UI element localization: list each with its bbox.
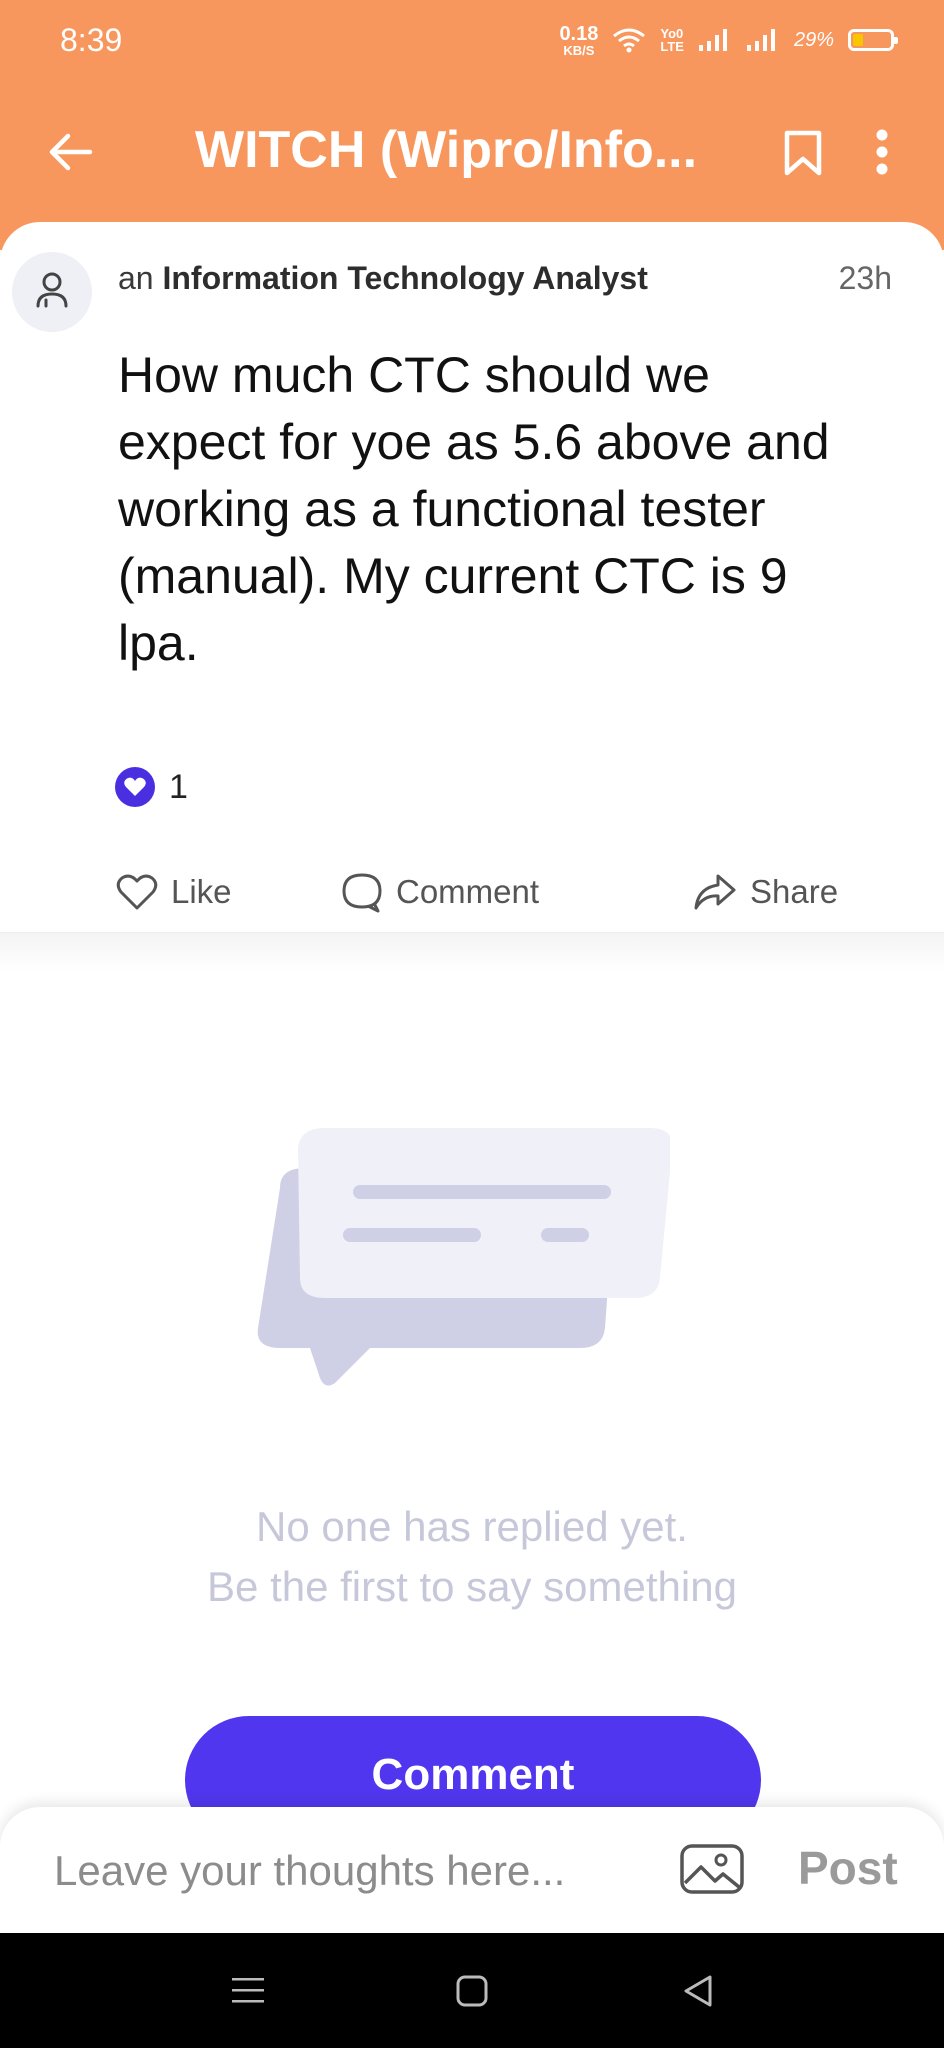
post-timestamp: 23h	[838, 260, 892, 296]
home-square-icon	[456, 1975, 488, 2007]
system-back-button[interactable]	[668, 1961, 728, 2021]
battery-icon	[848, 29, 898, 51]
share-arrow-icon	[694, 874, 736, 910]
like-button[interactable]: Like	[115, 862, 232, 922]
network-speed-value: 0.18	[559, 22, 599, 45]
volte-bottom: LTE	[660, 39, 684, 54]
network-speed-unit: KB/S	[563, 42, 595, 58]
wifi-icon	[613, 28, 646, 53]
avatar[interactable]	[12, 252, 92, 332]
bookmark-button[interactable]	[776, 125, 830, 181]
arrow-left-icon	[49, 133, 93, 171]
empty-state-message: No one has replied yet. Be the first to …	[0, 1497, 944, 1617]
volte-indicator: Yo0 LTE	[660, 27, 684, 53]
signal-icon-sim2	[746, 29, 775, 51]
share-label: Share	[750, 873, 839, 910]
heart-outline-icon	[116, 874, 158, 910]
recent-apps-button[interactable]	[218, 1961, 278, 2021]
more-options-button[interactable]	[862, 122, 902, 182]
attach-image-button[interactable]	[678, 1839, 746, 1899]
status-time: 8:39	[60, 22, 123, 58]
section-divider	[0, 932, 944, 972]
comment-bubble-icon	[342, 873, 382, 913]
author-prefix: an	[118, 260, 154, 296]
heart-reaction-badge	[115, 767, 155, 807]
share-button[interactable]: Share	[692, 862, 838, 922]
author-role: Information Technology Analyst	[162, 260, 648, 296]
reaction-summary[interactable]: 1	[115, 767, 188, 807]
empty-state-line2: Be the first to say something	[207, 1563, 737, 1610]
user-icon	[36, 272, 68, 308]
post-question: How much CTC should we expect for yoe as…	[118, 347, 830, 671]
post-card: an Information Technology Analyst 23h Ho…	[0, 222, 944, 942]
comment-composer: Post	[0, 1807, 944, 1933]
network-speed: 0.18 KB/S	[559, 24, 598, 57]
status-indicators: 0.18 KB/S Yo0 LTE 29%	[559, 18, 898, 62]
status-bar: 8:39 0.18 KB/S Yo0 LTE 29%	[0, 0, 944, 80]
more-vertical-icon	[876, 129, 888, 175]
bookmark-icon	[784, 130, 822, 176]
signal-icon-sim1	[698, 29, 727, 51]
comment-label: Comment	[396, 873, 540, 910]
app-bar: WITCH (Wipro/Info...	[0, 100, 944, 200]
post-button[interactable]: Post	[798, 1841, 898, 1895]
heart-icon	[124, 777, 146, 796]
post-actions: Like Comment Share	[0, 862, 944, 922]
menu-lines-icon	[232, 1978, 264, 2003]
page-title: WITCH (Wipro/Info...	[195, 121, 698, 179]
reaction-count: 1	[169, 767, 188, 806]
triangle-back-icon	[684, 1975, 712, 2007]
comment-action-button[interactable]: Comment	[340, 862, 539, 922]
back-button[interactable]	[40, 122, 100, 182]
empty-chat-illustration-icon	[257, 1128, 670, 1386]
image-icon	[680, 1844, 744, 1894]
battery-percent: 29%	[793, 28, 834, 51]
comment-input[interactable]	[54, 1841, 654, 1901]
system-nav-bar	[0, 1933, 944, 2048]
post-author: an Information Technology Analyst	[118, 260, 648, 297]
empty-state-line1: No one has replied yet.	[256, 1503, 688, 1550]
home-button[interactable]	[442, 1961, 502, 2021]
like-label: Like	[171, 873, 232, 910]
